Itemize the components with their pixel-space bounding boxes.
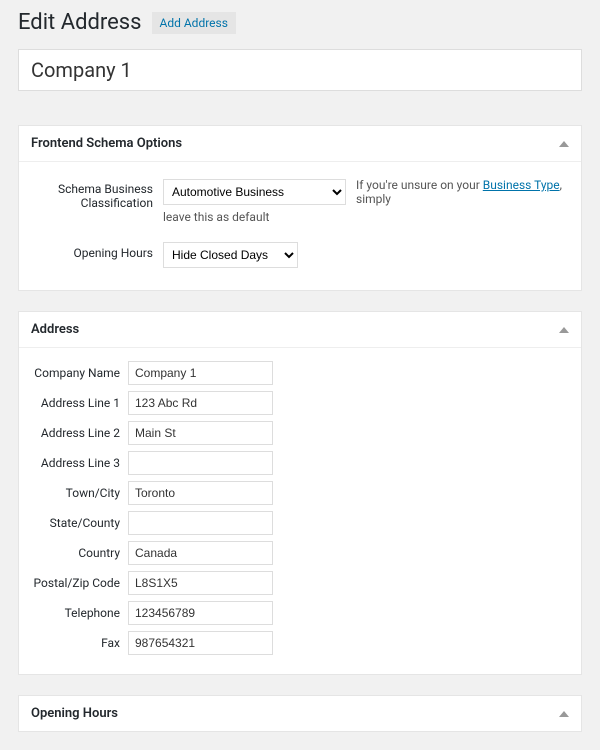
schema-classification-select[interactable]: Automotive Business: [163, 179, 346, 205]
opening-hours-mode-label: Opening Hours: [33, 242, 153, 260]
company-name-label: Company Name: [29, 358, 124, 388]
company-name-input[interactable]: [128, 361, 273, 385]
business-type-link[interactable]: Business Type: [483, 178, 560, 192]
opening-hours-mode-select[interactable]: Hide Closed Days: [163, 242, 298, 268]
add-address-button[interactable]: Add Address: [152, 12, 236, 34]
page-title: Edit Address: [18, 10, 142, 35]
schema-classification-label: Schema Business Classification: [33, 178, 153, 210]
state-label: State/County: [29, 508, 124, 538]
telephone-input[interactable]: [128, 601, 273, 625]
town-input[interactable]: [128, 481, 273, 505]
country-label: Country: [29, 538, 124, 568]
classification-hint: If you're unsure on your Business Type, …: [356, 178, 567, 206]
address-line3-label: Address Line 3: [29, 448, 124, 478]
address-box: Address Company Name Address Line 1 Addr…: [18, 311, 582, 675]
fax-input[interactable]: [128, 631, 273, 655]
address-box-heading: Address: [31, 322, 79, 337]
address-line2-input[interactable]: [128, 421, 273, 445]
collapse-icon[interactable]: [559, 711, 569, 717]
collapse-icon[interactable]: [559, 141, 569, 147]
fax-label: Fax: [29, 628, 124, 658]
postal-input[interactable]: [128, 571, 273, 595]
classification-hint-below: leave this as default: [163, 210, 567, 224]
company-title-input[interactable]: Company 1: [18, 49, 582, 91]
collapse-icon[interactable]: [559, 327, 569, 333]
address-line3-input[interactable]: [128, 451, 273, 475]
state-input[interactable]: [128, 511, 273, 535]
town-label: Town/City: [29, 478, 124, 508]
address-line2-label: Address Line 2: [29, 418, 124, 448]
postal-label: Postal/Zip Code: [29, 568, 124, 598]
opening-hours-box-heading: Opening Hours: [31, 706, 118, 721]
country-input[interactable]: [128, 541, 273, 565]
address-line1-input[interactable]: [128, 391, 273, 415]
schema-options-box: Frontend Schema Options Schema Business …: [18, 125, 582, 291]
opening-hours-box: Opening Hours: [18, 695, 582, 732]
address-line1-label: Address Line 1: [29, 388, 124, 418]
schema-box-heading: Frontend Schema Options: [31, 136, 182, 151]
telephone-label: Telephone: [29, 598, 124, 628]
